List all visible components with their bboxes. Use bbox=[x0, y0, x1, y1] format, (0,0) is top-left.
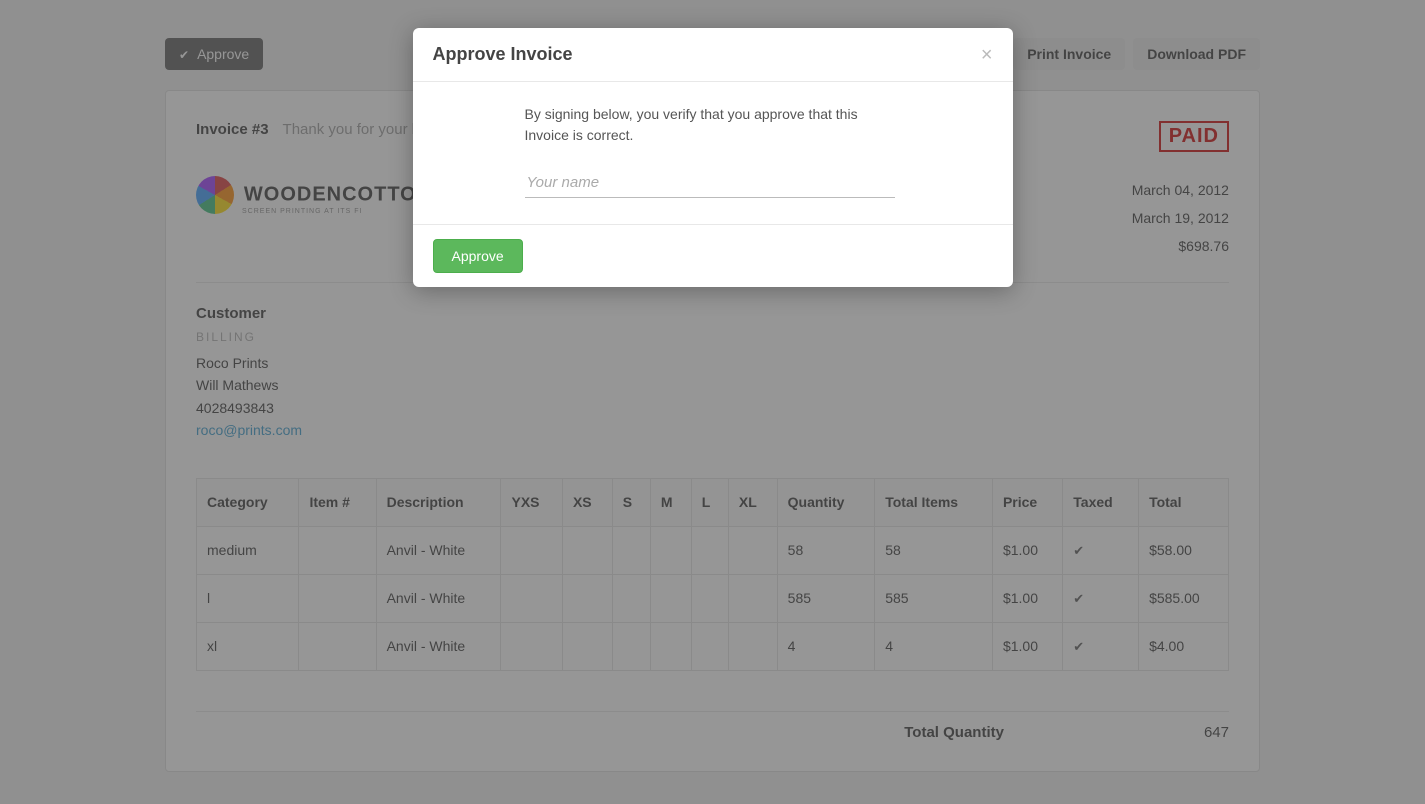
signature-input[interactable] bbox=[525, 168, 895, 198]
modal-body-text: By signing below, you verify that you ap… bbox=[525, 104, 885, 146]
close-icon[interactable]: × bbox=[981, 45, 993, 65]
modal-title: Approve Invoice bbox=[433, 44, 573, 65]
approve-invoice-modal: Approve Invoice × By signing below, you … bbox=[413, 28, 1013, 287]
modal-approve-button[interactable]: Approve bbox=[433, 239, 523, 273]
modal-overlay[interactable]: Approve Invoice × By signing below, you … bbox=[0, 0, 1425, 804]
